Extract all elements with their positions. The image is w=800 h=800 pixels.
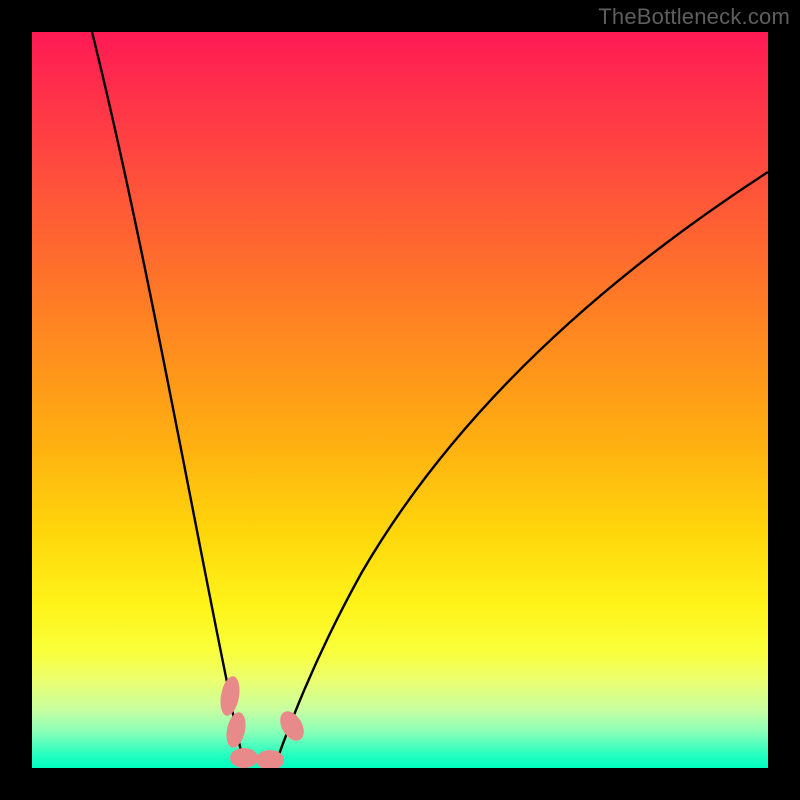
chart-frame: TheBottleneck.com (0, 0, 800, 800)
marker-blob (230, 748, 258, 768)
plot-area (32, 32, 768, 768)
marker-blob (275, 707, 308, 745)
watermark-text: TheBottleneck.com (598, 4, 790, 30)
marker-blob (223, 711, 248, 750)
curve-right-branch (274, 172, 768, 768)
marker-group (218, 675, 309, 768)
curve-layer (32, 32, 768, 768)
curve-left-branch (92, 32, 246, 768)
marker-blob (218, 675, 243, 718)
